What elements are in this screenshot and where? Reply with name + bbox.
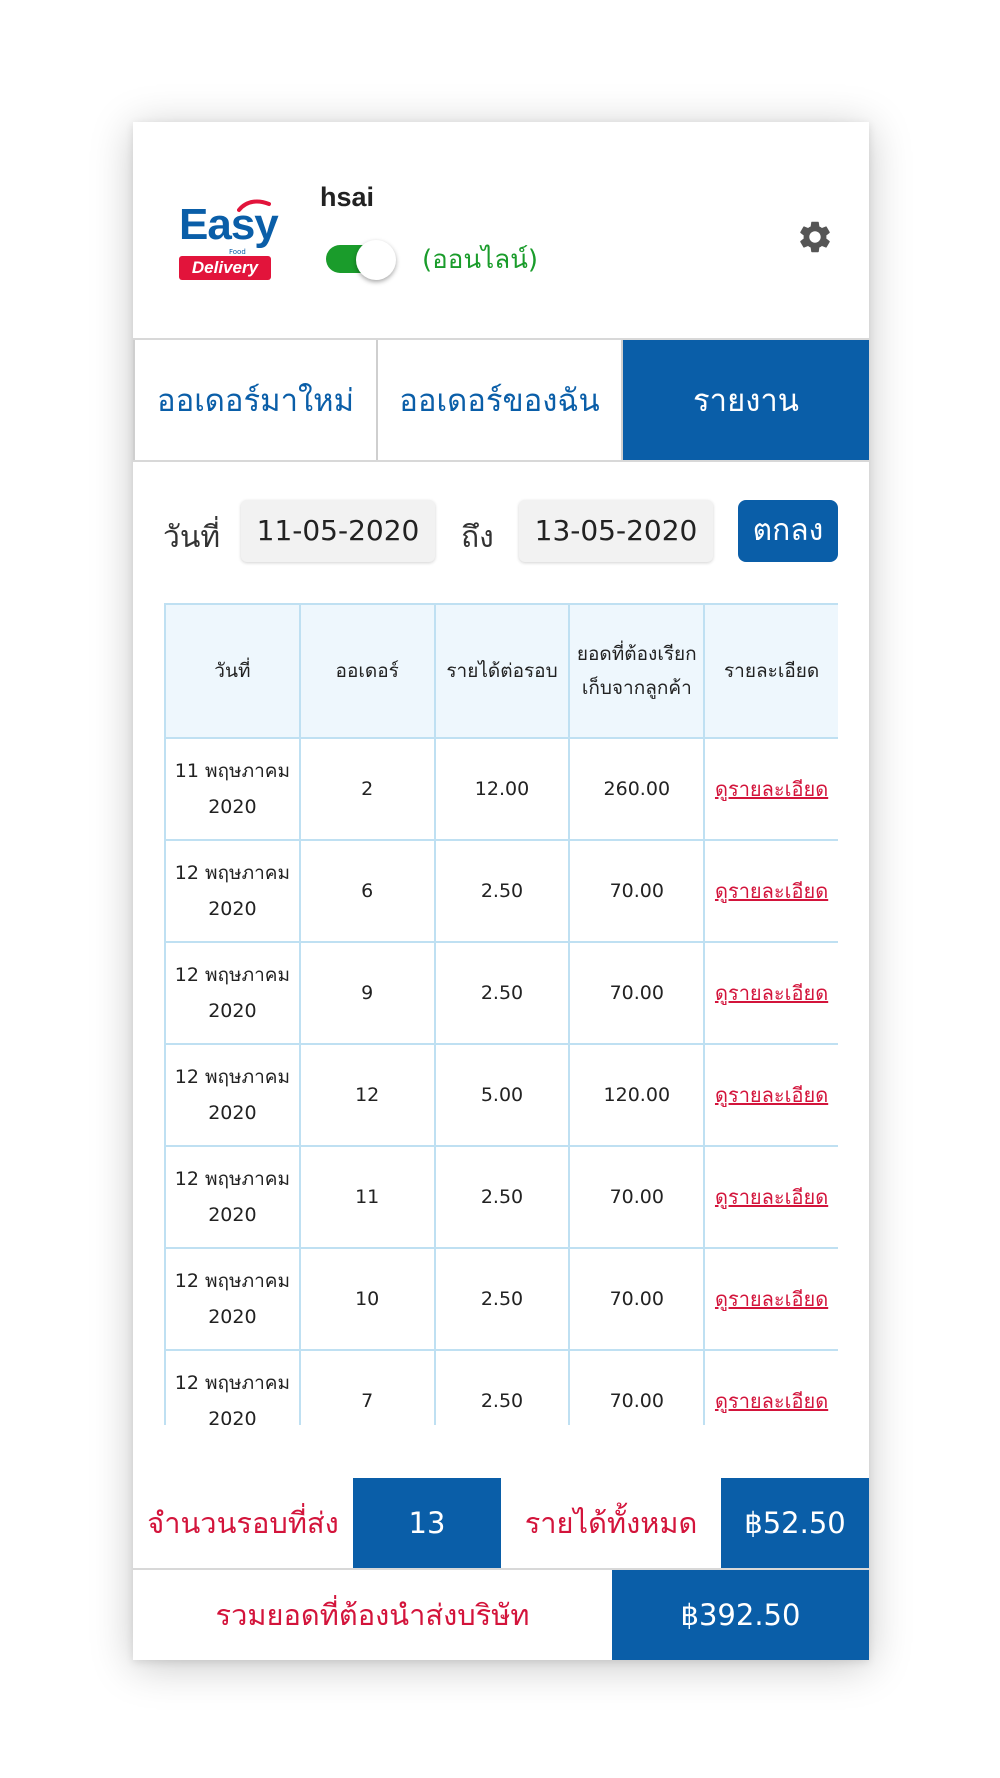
- table-row: 11 พฤษภาคม 2020 2 12.00 260.00 ดูรายละเอียด: [164, 737, 838, 841]
- table-row: 12 พฤษภาคม 2020 12 5.00 120.00 ดูรายละเอียด: [164, 1043, 838, 1147]
- rounds-value: 13: [353, 1478, 501, 1568]
- cell-order: 6: [298, 839, 436, 943]
- cell-income: 2.50: [433, 839, 571, 943]
- cell-date: 12 พฤษภาคม 2020: [164, 1043, 301, 1147]
- header-income: รายได้ต่อรอบ: [433, 603, 571, 739]
- online-toggle[interactable]: [326, 240, 396, 280]
- table-row: 12 พฤษภาคม 2020 10 2.50 70.00 ดูรายละเอียด: [164, 1247, 838, 1351]
- header-collect: ยอดที่ต้องเรียกเก็บจากลูกค้า: [568, 603, 706, 739]
- cell-detail: ดูรายละเอียด: [703, 941, 838, 1045]
- cell-collect: 70.00: [568, 1349, 706, 1425]
- header-order: ออเดอร์: [298, 603, 436, 739]
- income-value: ฿52.50: [721, 1478, 869, 1568]
- total-label: รวมยอดที่ต้องนำส่งบริษัท: [215, 1598, 530, 1632]
- cell-collect: 120.00: [568, 1043, 706, 1147]
- cell-income: 5.00: [433, 1043, 571, 1147]
- cell-date: 12 พฤษภาคม 2020: [164, 1349, 301, 1425]
- report-table-scroll[interactable]: วันที่ ออเดอร์ รายได้ต่อรอบ ยอดที่ต้องเร…: [164, 603, 838, 1425]
- cell-date: 12 พฤษภาคม 2020: [164, 1247, 301, 1351]
- report-table: วันที่ ออเดอร์ รายได้ต่อรอบ ยอดที่ต้องเร…: [164, 603, 838, 1425]
- cell-detail: ดูรายละเอียด: [703, 1145, 838, 1249]
- tab-bar: ออเดอร์มาใหม่ ออเดอร์ของฉัน รายงาน: [133, 338, 869, 462]
- cell-date: 11 พฤษภาคม 2020: [164, 737, 301, 841]
- table-row: 12 พฤษภาคม 2020 6 2.50 70.00 ดูรายละเอียด: [164, 839, 838, 943]
- cell-collect: 70.00: [568, 941, 706, 1045]
- cell-detail: ดูรายละเอียด: [703, 1349, 838, 1425]
- view-detail-link[interactable]: ดูรายละเอียด: [715, 981, 828, 1005]
- cell-collect: 260.00: [568, 737, 706, 841]
- table-row: 12 พฤษภาคม 2020 11 2.50 70.00 ดูรายละเอียด: [164, 1145, 838, 1249]
- cell-collect: 70.00: [568, 839, 706, 943]
- view-detail-link[interactable]: ดูรายละเอียด: [715, 777, 828, 801]
- easy-delivery-logo: Easy Food Delivery: [179, 199, 279, 282]
- cell-detail: ดูรายละเอียด: [703, 1043, 838, 1147]
- cell-income: 2.50: [433, 941, 571, 1045]
- table-row: 12 พฤษภาคม 2020 7 2.50 70.00 ดูรายละเอียด: [164, 1349, 838, 1425]
- cell-order: 11: [298, 1145, 436, 1249]
- cell-collect: 70.00: [568, 1145, 706, 1249]
- cell-order: 12: [298, 1043, 436, 1147]
- cell-date: 12 พฤษภาคม 2020: [164, 1145, 301, 1249]
- cell-detail: ดูรายละเอียด: [703, 737, 838, 841]
- cell-collect: 70.00: [568, 1247, 706, 1351]
- from-date-label: วันที่: [163, 520, 221, 555]
- online-status: (ออนไลน์): [422, 245, 539, 275]
- view-detail-link[interactable]: ดูรายละเอียด: [715, 1389, 828, 1413]
- view-detail-link[interactable]: ดูรายละเอียด: [715, 1185, 828, 1209]
- username: hsai: [320, 182, 375, 212]
- rounds-label: จำนวนรอบที่ส่ง: [147, 1506, 339, 1540]
- cell-detail: ดูรายละเอียด: [703, 1247, 838, 1351]
- cell-order: 9: [298, 941, 436, 1045]
- summary-row: จำนวนรอบที่ส่ง 13 รายได้ทั้งหมด ฿52.50: [133, 1478, 869, 1570]
- header-detail: รายละเอียด: [703, 603, 838, 739]
- tab-my-orders[interactable]: ออเดอร์ของฉัน: [378, 340, 623, 460]
- total-row: รวมยอดที่ต้องนำส่งบริษัท ฿392.50: [133, 1570, 869, 1660]
- cell-order: 2: [298, 737, 436, 841]
- header-date: วันที่: [164, 603, 301, 739]
- cell-income: 2.50: [433, 1247, 571, 1351]
- logo-swoosh-icon: [237, 199, 271, 212]
- cell-income: 2.50: [433, 1145, 571, 1249]
- tab-new-orders[interactable]: ออเดอร์มาใหม่: [133, 340, 378, 460]
- toggle-knob: [356, 240, 396, 280]
- cell-date: 12 พฤษภาคม 2020: [164, 941, 301, 1045]
- submit-button[interactable]: ตกลง: [738, 500, 838, 562]
- cell-order: 7: [298, 1349, 436, 1425]
- view-detail-link[interactable]: ดูรายละเอียด: [715, 1287, 828, 1311]
- view-detail-link[interactable]: ดูรายละเอียด: [715, 1083, 828, 1107]
- cell-order: 10: [298, 1247, 436, 1351]
- cell-income: 12.00: [433, 737, 571, 841]
- view-detail-link[interactable]: ดูรายละเอียด: [715, 879, 828, 903]
- app-card: Easy Food Delivery hsai (ออนไลน์) ออเดอร…: [133, 122, 869, 1660]
- cell-income: 2.50: [433, 1349, 571, 1425]
- cell-detail: ดูรายละเอียด: [703, 839, 838, 943]
- from-date-input[interactable]: 11-05-2020: [241, 500, 435, 562]
- total-value: ฿392.50: [612, 1570, 869, 1660]
- table-header-row: วันที่ ออเดอร์ รายได้ต่อรอบ ยอดที่ต้องเร…: [164, 603, 838, 739]
- cell-date: 12 พฤษภาคม 2020: [164, 839, 301, 943]
- gear-icon[interactable]: [796, 218, 834, 256]
- income-label: รายได้ทั้งหมด: [524, 1506, 698, 1540]
- tab-report[interactable]: รายงาน: [623, 340, 869, 460]
- table-row: 12 พฤษภาคม 2020 9 2.50 70.00 ดูรายละเอียด: [164, 941, 838, 1045]
- to-date-input[interactable]: 13-05-2020: [519, 500, 713, 562]
- to-date-label: ถึง: [461, 520, 494, 555]
